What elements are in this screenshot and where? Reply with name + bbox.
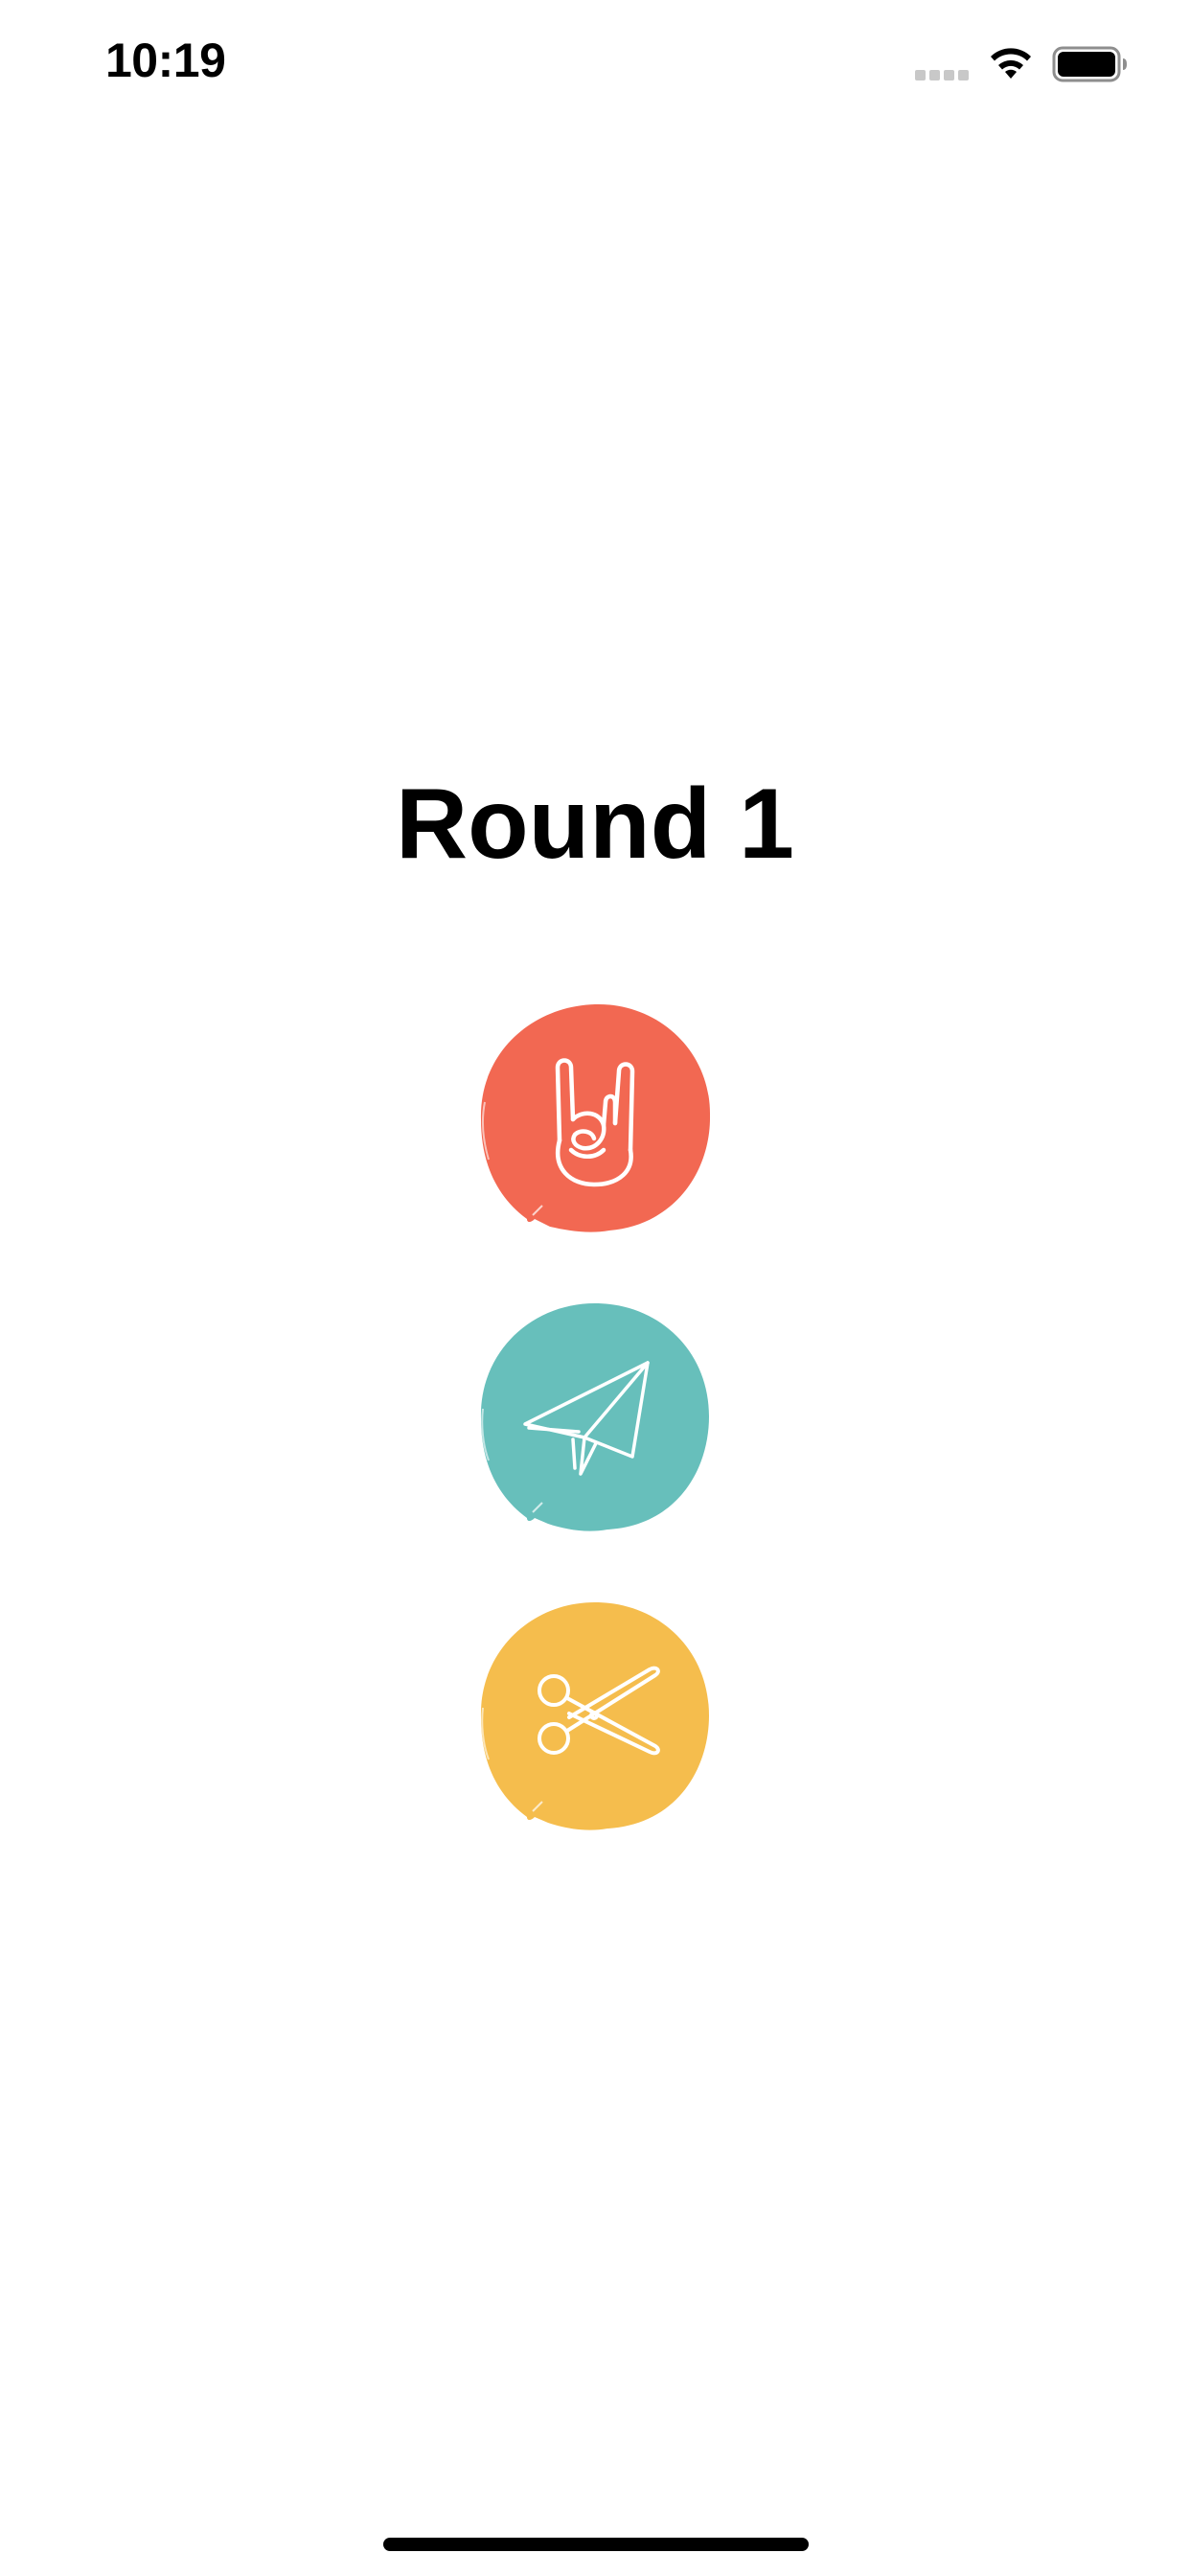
home-indicator[interactable] [383,2538,809,2551]
paper-plane-icon [480,1303,709,1531]
rock-hand-icon [480,1003,711,1232]
round-title: Round 1 [396,769,794,880]
rock-button[interactable] [475,997,715,1236]
status-bar: 10:19 [0,0,1190,126]
battery-icon [1052,46,1127,82]
wifi-icon [991,48,1031,79]
scissors-icon [480,1602,709,1830]
scissors-button[interactable] [475,1595,715,1834]
status-time: 10:19 [105,34,226,87]
paper-button[interactable] [475,1296,715,1535]
cellular-signal-icon [915,70,969,80]
